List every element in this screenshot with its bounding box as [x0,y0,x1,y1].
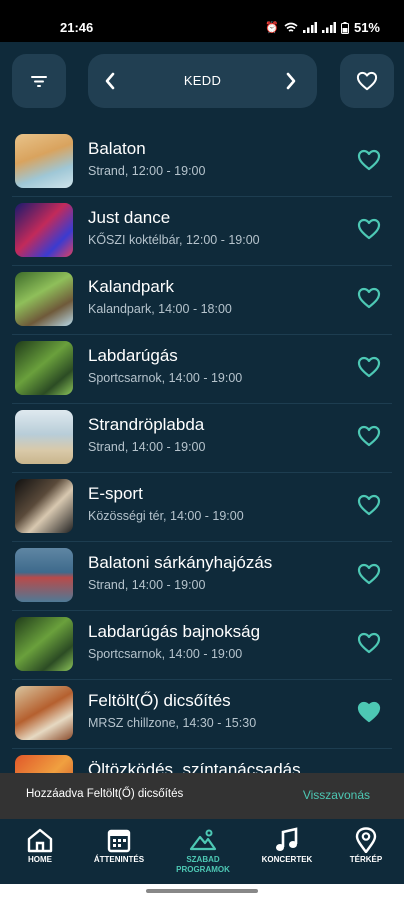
list-item[interactable]: Labdarúgás Sportcsarnok, 14:00 - 19:00 [12,335,392,404]
event-title: Balaton [88,139,146,158]
heart-outline-icon[interactable] [357,424,381,448]
heart-outline-icon[interactable] [357,493,381,517]
event-thumbnail [15,272,73,326]
next-day-button[interactable] [269,54,313,108]
nav-label: ÁTTENINTÉS [93,855,145,864]
status-icons: ⏰ 51% [265,20,380,35]
snackbar: Hozzáadva Feltölt(Ő) dicsőítés Visszavon… [0,773,404,819]
heart-outline-icon[interactable] [357,217,381,241]
list-item[interactable]: Feltölt(Ő) dicsőítés MRSZ chillzone, 14:… [12,680,392,749]
event-thumbnail [15,548,73,602]
nav-item-attentions[interactable]: ÁTTENINTÉS [79,819,159,884]
filter-icon [31,76,47,87]
event-subtitle: MRSZ chillzone, 14:30 - 15:30 [88,716,257,730]
event-subtitle: Közösségi tér, 14:00 - 19:00 [88,509,244,523]
chevron-left-icon [105,72,115,90]
nav-item-home[interactable]: HOME [0,819,80,884]
nav-item-map[interactable]: TÉRKÉP [326,819,404,884]
event-subtitle: KŐSZI koktélbár, 12:00 - 19:00 [88,233,260,247]
list-item[interactable]: Balatoni sárkányhajózás Strand, 14:00 - … [12,542,392,611]
event-title: Kalandpark [88,277,175,296]
filter-button[interactable] [12,54,66,108]
event-subtitle: Kalandpark, 14:00 - 18:00 [88,302,232,316]
list-item[interactable]: Just dance KŐSZI koktélbár, 12:00 - 19:0… [12,197,392,266]
event-thumbnail [15,203,73,257]
signal-icon-2 [321,22,336,33]
undo-button[interactable]: Visszavonás [303,788,370,802]
heart-outline-icon[interactable] [357,355,381,379]
day-label: KEDD [183,73,222,88]
snackbar-message: Hozzáadva Feltölt(Ő) dicsőítés [26,788,184,800]
mountain-icon [189,829,217,851]
event-title: Labdarúgás bajnokság [88,622,261,641]
heart-outline-icon[interactable] [357,562,381,586]
home-gesture-bar[interactable] [146,889,258,893]
alarm-icon: ⏰ [265,22,279,34]
heart-outline-icon[interactable] [357,148,381,172]
event-thumbnail [15,686,73,740]
calendar-icon [107,829,131,853]
event-thumbnail [15,134,73,188]
previous-day-button[interactable] [88,54,132,108]
event-thumbnail [15,410,73,464]
list-item[interactable]: E-sport Közösségi tér, 14:00 - 19:00 [12,473,392,542]
app-screen: KEDD Balaton Strand, 12:00 - 19:00 Just … [0,42,404,884]
battery-icon [340,21,349,34]
nav-item-concerts[interactable]: KONCERTEK [247,819,327,884]
event-title: Balatoni sárkányhajózás [88,553,273,572]
heart-outline-icon[interactable] [357,631,381,655]
map-pin-icon [355,827,377,853]
status-time: 21:46 [60,20,94,35]
nav-label-line2: PROGRAMOK [176,865,230,874]
home-icon [27,828,53,853]
event-title: Just dance [88,208,171,227]
status-bar: 21:46 ⏰ 51% [0,0,404,42]
event-thumbnail [15,617,73,671]
nav-item-free-programs[interactable]: SZABAD PROGRAMOK [163,819,243,884]
nav-label: HOME [28,855,52,864]
list-item[interactable]: Balaton Strand, 12:00 - 19:00 [12,128,392,197]
heart-filled-icon[interactable] [357,700,381,724]
chevron-right-icon [286,72,296,90]
list-item[interactable]: Strandröplabda Strand, 14:00 - 19:00 [12,404,392,473]
gesture-area [0,884,404,900]
wifi-icon [284,22,298,32]
nav-label-line1: SZABAD [186,855,220,864]
event-title: Feltölt(Ő) dicsőítés [88,691,231,710]
day-selector: KEDD [88,54,317,108]
heart-outline-icon[interactable] [357,286,381,310]
event-title: Strandröplabda [88,415,205,434]
top-bar: KEDD [0,42,404,122]
event-list: Balaton Strand, 12:00 - 19:00 Just dance… [0,128,404,818]
music-note-icon [276,827,298,851]
bottom-nav: HOME ÁTTENINTÉS SZABAD PROGRAMOK KONCERT… [0,819,404,884]
nav-label: KONCERTEK [261,855,313,864]
nav-label: SZABAD PROGRAMOK [163,855,243,875]
event-thumbnail [15,341,73,395]
list-item[interactable]: Labdarúgás bajnokság Sportcsarnok, 14:00… [12,611,392,680]
event-subtitle: Sportcsarnok, 14:00 - 19:00 [88,647,243,661]
event-subtitle: Strand, 14:00 - 19:00 [88,578,206,592]
nav-label: TÉRKÉP [349,855,383,864]
battery-percent: 51% [353,20,380,35]
signal-icon [302,22,317,33]
heart-outline-icon [356,71,378,91]
list-item[interactable]: Kalandpark Kalandpark, 14:00 - 18:00 [12,266,392,335]
event-title: E-sport [88,484,143,503]
favorites-button[interactable] [340,54,394,108]
event-subtitle: Strand, 12:00 - 19:00 [88,164,206,178]
event-subtitle: Sportcsarnok, 14:00 - 19:00 [88,371,243,385]
event-title: Labdarúgás [88,346,178,365]
event-subtitle: Strand, 14:00 - 19:00 [88,440,206,454]
event-thumbnail [15,479,73,533]
